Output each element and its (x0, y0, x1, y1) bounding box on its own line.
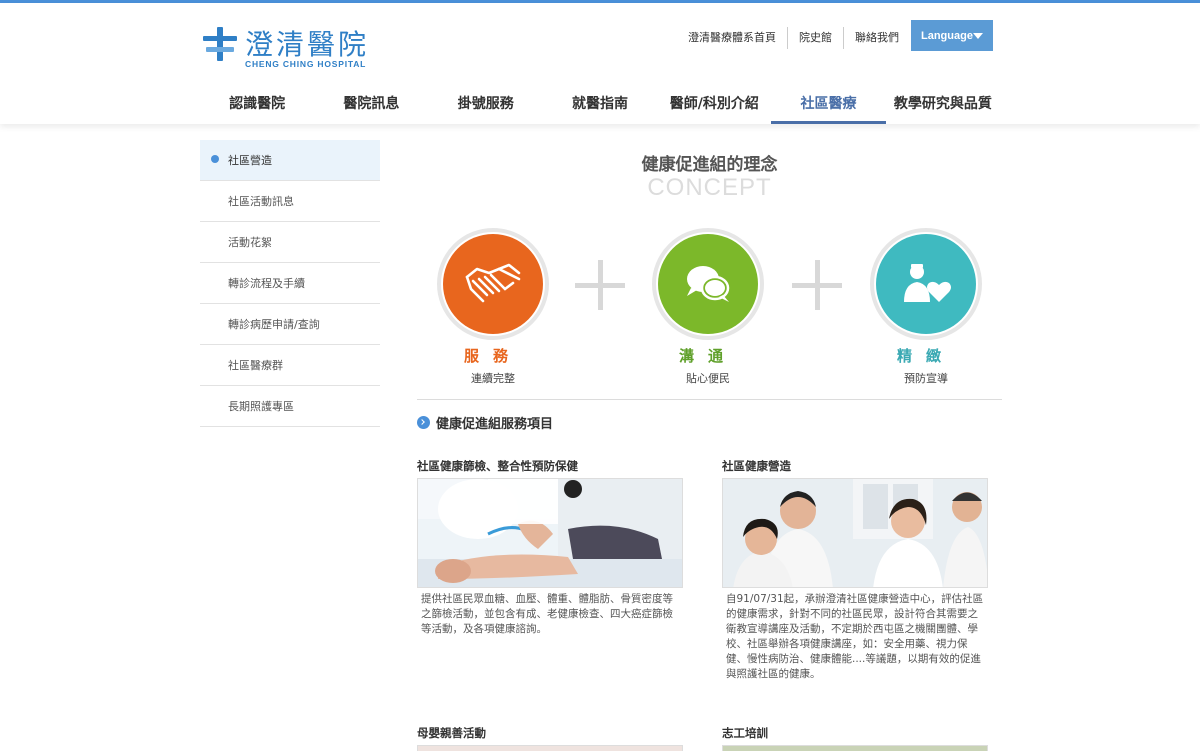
concept-sub-refinement: 預防宣導 (904, 372, 948, 385)
concept-label-service: 服務 (463, 347, 522, 365)
sidebar-item-referral-records[interactable]: 轉診病歷申請/查詢 (200, 304, 380, 345)
sidebar-item-label: 社區醫療群 (228, 359, 283, 372)
card-description: 提供社區民眾血糖、血壓、體重、體脂肪、骨質密度等之篩檢活動，並包含有成、老健康檢… (421, 593, 673, 635)
nav-item-doctors[interactable]: 醫師/科別介紹 (657, 87, 771, 124)
concept-label-communication: 溝通 (678, 347, 737, 365)
main-nav: 認識醫院 醫院訊息 掛號服務 就醫指南 醫師/科別介紹 社區醫療 教學研究與品質 (200, 87, 1000, 124)
blood-pressure-photo (418, 479, 682, 587)
concept-circle-fill (443, 234, 543, 334)
concept-title: 健康促進組的理念 (641, 155, 778, 175)
services-heading: 健康促進組服務項目 (417, 413, 553, 432)
sidebar-item-label: 轉診流程及手續 (228, 277, 305, 290)
concept-sub-communication: 貼心便民 (686, 372, 730, 385)
concept-sub-service: 連續完整 (471, 372, 515, 385)
concept-circle-fill (876, 234, 976, 334)
service-card-mother-baby[interactable]: 母嬰親善活動 (417, 725, 683, 751)
concept-circle-service (437, 228, 549, 340)
caret-down-icon (973, 32, 983, 39)
hospital-logo[interactable]: 澄清醫院 CHENG CHING HOSPITAL (203, 23, 383, 75)
card-image-medical-staff (722, 478, 988, 588)
card-description: 自91/07/31起，承辦澄清社區健康營造中心，評估社區的健康需求，針對不同的社… (726, 593, 984, 680)
chat-bubbles-icon (687, 266, 730, 302)
services-heading-text: 健康促進組服務項目 (436, 417, 554, 432)
top-link-history[interactable]: 院史館 (788, 27, 844, 49)
top-links: 澄清醫療體系首頁 院史館 聯絡我們 (677, 27, 910, 49)
medical-staff-photo (723, 479, 987, 587)
doctor-heart-icon (904, 264, 951, 302)
nav-item-registration[interactable]: 掛號服務 (429, 87, 543, 124)
chevron-right-circle-icon (417, 416, 430, 429)
language-dropdown-button[interactable]: Language (911, 20, 993, 51)
concept-circle-communication (652, 228, 764, 340)
sidebar-item-community-group[interactable]: 社區醫療群 (200, 345, 380, 386)
nav-item-about[interactable]: 認識醫院 (200, 87, 314, 124)
nav-item-research[interactable]: 教學研究與品質 (886, 87, 1000, 124)
sidebar-item-label: 長期照護專區 (228, 400, 294, 413)
site-header: 澄清醫院 CHENG CHING HOSPITAL 澄清醫療體系首頁 院史館 聯… (0, 3, 1200, 124)
sidebar-item-community-building[interactable]: 社區營造 (200, 140, 380, 181)
card-title: 志工培訓 (722, 726, 768, 740)
sidebar-item-long-term-care[interactable]: 長期照護專區 (200, 386, 380, 427)
concept-english-subtitle: CONCEPT (647, 174, 772, 201)
sidebar-item-label: 社區營造 (228, 154, 272, 167)
card-image-mother-baby (417, 745, 683, 751)
hospital-cross-logo-icon (203, 27, 237, 61)
language-label: Language (921, 29, 973, 42)
concept-label-refinement: 精緻 (896, 347, 955, 365)
plus-icon (792, 260, 842, 310)
nav-item-news[interactable]: 醫院訊息 (314, 87, 428, 124)
sidebar-item-event-photos[interactable]: 活動花絮 (200, 222, 380, 263)
card-title: 社區健康篩檢、整合性預防保健 (417, 459, 578, 473)
nav-item-community[interactable]: 社區醫療 (771, 87, 886, 124)
service-card-screening[interactable]: 社區健康篩檢、整合性預防保健 提供社區民眾血糖、血壓、體重、體脂肪、骨質密度等之… (417, 458, 683, 637)
card-title: 母嬰親善活動 (417, 726, 486, 740)
card-image-blood-pressure (417, 478, 683, 588)
plus-icon (575, 260, 625, 310)
sidebar-item-label: 轉診病歷申請/查詢 (228, 318, 320, 331)
sidebar-item-community-events[interactable]: 社區活動訊息 (200, 181, 380, 222)
active-dot-icon (211, 155, 219, 163)
sidebar-item-label: 社區活動訊息 (228, 195, 294, 208)
concept-circle-refinement (870, 228, 982, 340)
concept-circle-fill (658, 234, 758, 334)
handshake-icon (465, 263, 521, 303)
card-title: 社區健康營造 (722, 459, 791, 473)
card-image-volunteer (722, 745, 988, 751)
logo-subtitle: CHENG CHING HOSPITAL (245, 59, 367, 69)
service-card-volunteer-training[interactable]: 志工培訓 (722, 725, 988, 751)
sidebar-item-referral-process[interactable]: 轉診流程及手續 (200, 263, 380, 304)
top-link-contact[interactable]: 聯絡我們 (844, 27, 910, 49)
sidebar-item-label: 活動花絮 (228, 236, 272, 249)
section-divider (417, 399, 1002, 400)
logo-title: 澄清醫院 (245, 28, 370, 61)
nav-item-guide[interactable]: 就醫指南 (543, 87, 657, 124)
top-link-system-home[interactable]: 澄清醫療體系首頁 (677, 27, 788, 49)
service-card-community-health[interactable]: 社區健康營造 自91/07/31起，承辦澄清社區健康營造中心，評估社區的健康需求… (722, 458, 988, 682)
sidebar: 社區營造 社區活動訊息 活動花絮 轉診流程及手續 轉診病歷申請/查詢 社區醫療群… (200, 140, 380, 427)
